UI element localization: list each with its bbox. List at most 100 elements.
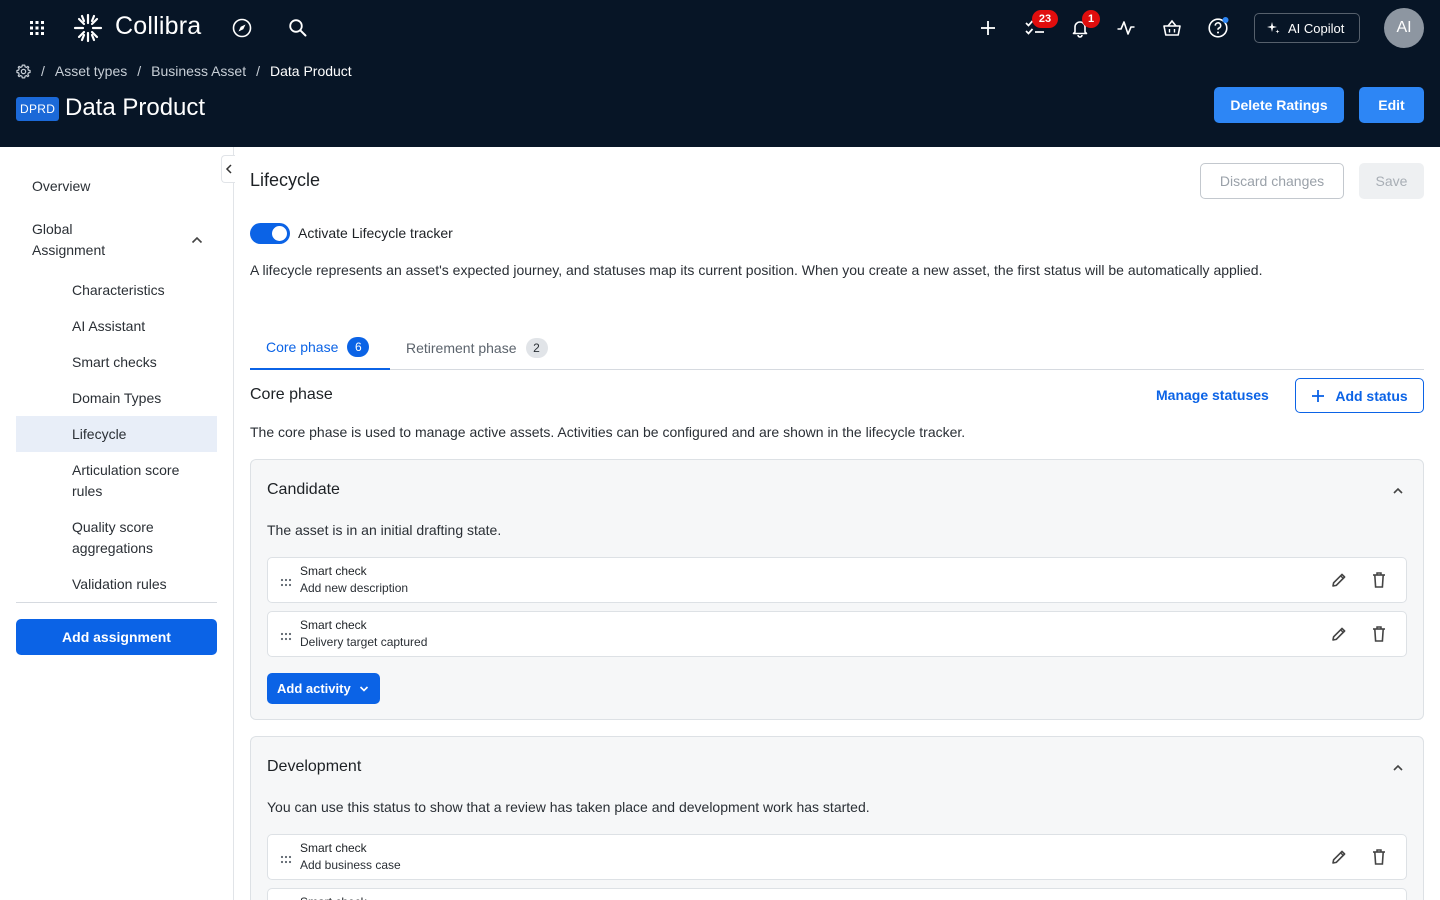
breadcrumb-business-asset[interactable]: Business Asset xyxy=(151,63,246,79)
chevron-up-icon[interactable] xyxy=(1391,484,1405,498)
add-activity-label: Add activity xyxy=(277,681,351,696)
chevron-up-icon[interactable] xyxy=(1391,761,1405,775)
section-heading-lifecycle: Lifecycle xyxy=(250,170,321,190)
top-bar: Collibra 23 1 AI Copilot AI xyxy=(0,0,1440,56)
edit-pencil-icon[interactable] xyxy=(1330,625,1348,648)
add-status-button[interactable]: Add status xyxy=(1295,378,1424,413)
delete-trash-icon[interactable] xyxy=(1371,848,1387,871)
tab-core-phase[interactable]: Core phase 6 xyxy=(250,325,390,370)
tasks-badge: 23 xyxy=(1032,10,1058,28)
sidebar-item-lifecycle[interactable]: Lifecycle xyxy=(16,416,217,452)
activity-row[interactable]: Smart check Add business case xyxy=(267,834,1407,880)
app-header: Collibra 23 1 AI Copilot AI / Asset type… xyxy=(0,0,1440,147)
sidebar-item-label: rules xyxy=(72,483,103,499)
sidebar-item-global-assignment[interactable]: Global Assignment xyxy=(32,219,212,261)
activity-type: Smart check xyxy=(300,618,367,632)
help-icon[interactable] xyxy=(1207,17,1229,39)
basket-icon[interactable] xyxy=(1161,17,1183,39)
sidebar-item-validation-rules[interactable]: Validation rules xyxy=(16,574,217,595)
activity-row[interactable]: Smart check Add new description xyxy=(267,557,1407,603)
edit-button[interactable]: Edit xyxy=(1359,87,1424,123)
edit-pencil-icon[interactable] xyxy=(1330,571,1348,594)
manage-statuses-link[interactable]: Manage statuses xyxy=(1156,387,1269,403)
sidebar-item-quality-score-aggregations[interactable]: Quality score aggregations xyxy=(16,517,217,559)
discard-changes-button[interactable]: Discard changes xyxy=(1200,163,1344,199)
activity-row[interactable]: Smart check Delivery target captured xyxy=(267,611,1407,657)
add-status-label: Add status xyxy=(1335,387,1408,404)
breadcrumb-separator: / xyxy=(41,63,45,79)
collapse-sidebar-button[interactable] xyxy=(221,155,235,183)
drag-handle-icon[interactable] xyxy=(280,629,292,647)
app-launcher-icon[interactable] xyxy=(26,17,48,39)
lifecycle-tracker-toggle-label: Activate Lifecycle tracker xyxy=(298,225,453,241)
lifecycle-description: A lifecycle represents an asset's expect… xyxy=(250,262,1263,278)
sidebar-item-ai-assistant[interactable]: AI Assistant xyxy=(16,316,217,337)
sidebar-item-label: aggregations xyxy=(72,540,153,556)
activity-type: Smart check xyxy=(300,895,367,900)
chevron-down-icon xyxy=(359,685,369,693)
sparkle-icon xyxy=(1266,21,1280,35)
save-button[interactable]: Save xyxy=(1359,163,1424,199)
chevron-up-icon[interactable] xyxy=(190,233,204,247)
tab-retirement-phase[interactable]: Retirement phase 2 xyxy=(406,325,548,370)
delete-trash-icon[interactable] xyxy=(1371,625,1387,648)
search-icon[interactable] xyxy=(287,17,309,39)
status-description: You can use this status to show that a r… xyxy=(267,799,870,815)
sidebar-item-domain-types[interactable]: Domain Types xyxy=(16,388,217,409)
status-title: Development xyxy=(267,758,362,775)
compass-icon[interactable] xyxy=(231,17,253,39)
activity-type: Smart check xyxy=(300,564,367,578)
sidebar-item-overview[interactable]: Overview xyxy=(32,176,212,197)
page-title: Data Product xyxy=(65,94,206,121)
breadcrumb-asset-types[interactable]: Asset types xyxy=(55,63,127,79)
user-avatar[interactable]: AI xyxy=(1384,8,1424,48)
activity-name: Add new description xyxy=(300,581,409,595)
breadcrumb: / Asset types / Business Asset / Data Pr… xyxy=(16,62,352,80)
settings-gear-icon[interactable] xyxy=(16,64,31,79)
asset-type-code-badge: DPRD xyxy=(16,97,60,121)
status-card-development: Development You can use this status to s… xyxy=(250,736,1424,900)
activity-row[interactable]: Smart check xyxy=(267,888,1407,900)
phase-tabs: Core phase 6 Retirement phase 2 xyxy=(250,325,1424,370)
activity-name: Delivery target captured xyxy=(300,635,428,649)
logo-text[interactable]: Collibra xyxy=(115,12,201,41)
notifications-badge: 1 xyxy=(1082,10,1100,28)
drag-handle-icon[interactable] xyxy=(280,852,292,870)
tab-count-badge: 6 xyxy=(347,336,370,357)
sidebar-item-smart-checks[interactable]: Smart checks xyxy=(16,352,217,373)
sidebar-divider xyxy=(16,602,217,603)
breadcrumb-current: Data Product xyxy=(269,63,352,79)
delete-trash-icon[interactable] xyxy=(1371,571,1387,594)
toggle-knob xyxy=(272,226,287,241)
ai-copilot-label: AI Copilot xyxy=(1288,20,1345,36)
chevron-left-icon xyxy=(225,164,232,174)
edit-pencil-icon[interactable] xyxy=(1330,848,1348,871)
status-description: The asset is in an initial drafting stat… xyxy=(267,522,502,538)
delete-ratings-button[interactable]: Delete Ratings xyxy=(1214,87,1344,123)
activity-type: Smart check xyxy=(300,841,367,855)
tab-count-badge: 2 xyxy=(525,337,548,358)
sidebar-item-articulation-score-rules[interactable]: Articulation score rules xyxy=(16,460,217,502)
tab-label: Core phase xyxy=(266,338,339,355)
core-phase-heading: Core phase xyxy=(250,386,333,403)
tab-label: Retirement phase xyxy=(406,339,517,356)
plus-icon xyxy=(1311,389,1325,403)
ai-copilot-button[interactable]: AI Copilot xyxy=(1254,13,1360,43)
activity-pulse-icon[interactable] xyxy=(1115,17,1137,39)
status-title: Candidate xyxy=(267,481,340,498)
drag-handle-icon[interactable] xyxy=(280,575,292,593)
global-assignment-label-1: Global xyxy=(32,221,73,237)
status-card-candidate: Candidate The asset is in an initial dra… xyxy=(250,459,1424,720)
lifecycle-tracker-toggle[interactable] xyxy=(250,223,290,244)
breadcrumb-separator: / xyxy=(256,63,260,79)
core-phase-description: The core phase is used to manage active … xyxy=(250,424,966,440)
sidebar-item-characteristics[interactable]: Characteristics xyxy=(16,280,217,301)
breadcrumb-separator: / xyxy=(137,63,142,79)
activity-name: Add business case xyxy=(300,858,401,872)
add-icon[interactable] xyxy=(977,17,999,39)
global-assignment-label-2: Assignment xyxy=(32,242,106,258)
collibra-logo-icon[interactable] xyxy=(71,11,105,45)
add-assignment-button[interactable]: Add assignment xyxy=(16,619,217,655)
add-activity-button[interactable]: Add activity xyxy=(267,673,380,704)
sidebar-item-label: Articulation score xyxy=(72,462,180,478)
